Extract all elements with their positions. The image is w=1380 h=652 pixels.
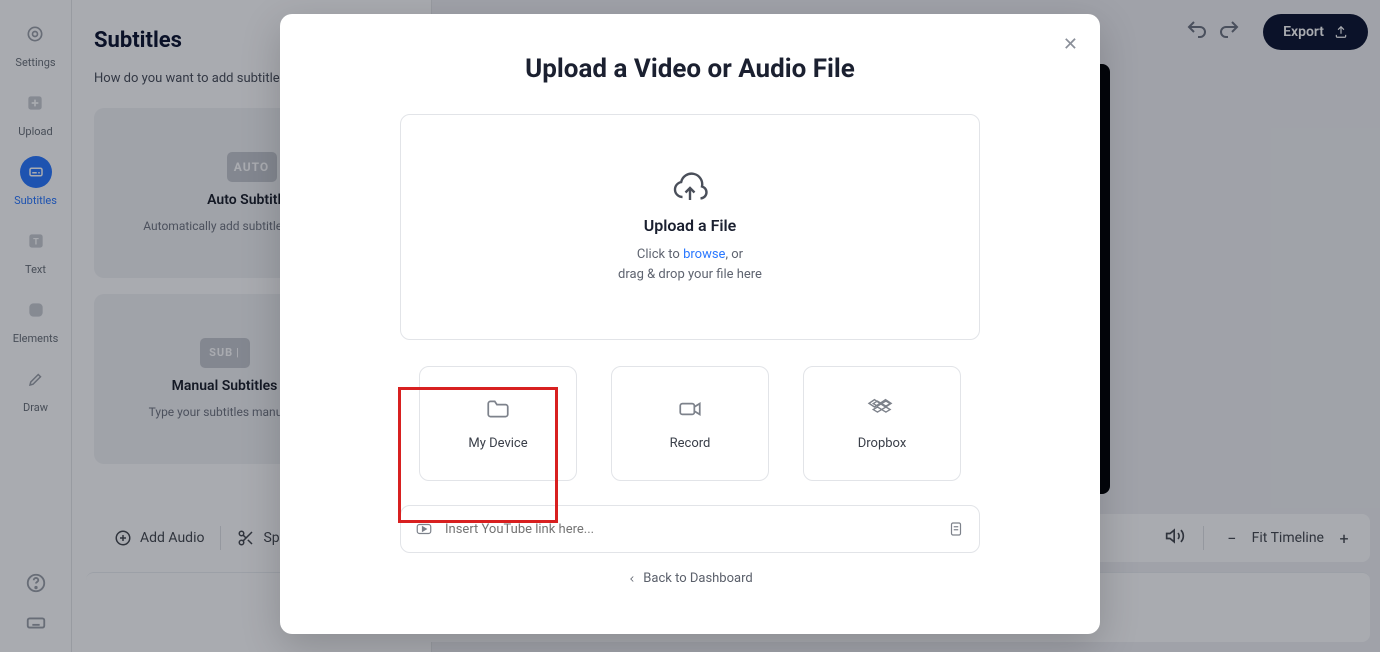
dropzone-title: Upload a File: [644, 216, 737, 235]
chevron-left-icon: [627, 574, 637, 584]
modal-title: Upload a Video or Audio File: [525, 54, 855, 84]
folder-icon: [483, 396, 513, 422]
close-button[interactable]: ✕: [1063, 34, 1078, 55]
youtube-link-row: [400, 505, 980, 553]
dropzone[interactable]: Upload a File Click to browse, or drag &…: [400, 114, 980, 340]
paste-icon[interactable]: [947, 520, 965, 538]
option-label: Dropbox: [858, 436, 907, 451]
dropbox-icon: [867, 396, 897, 422]
upload-modal: ✕ Upload a Video or Audio File Upload a …: [280, 14, 1100, 634]
option-dropbox[interactable]: Dropbox: [803, 366, 961, 481]
option-my-device[interactable]: My Device: [419, 366, 577, 481]
back-label: Back to Dashboard: [643, 571, 752, 586]
dropzone-subtitle: Click to browse, or drag & drop your fil…: [618, 245, 762, 284]
browse-link[interactable]: browse: [683, 247, 725, 262]
option-record[interactable]: Record: [611, 366, 769, 481]
camera-icon: [675, 396, 705, 422]
youtube-link-input[interactable]: [445, 522, 935, 537]
option-label: My Device: [468, 436, 527, 451]
back-to-dashboard-link[interactable]: Back to Dashboard: [627, 571, 752, 586]
cloud-upload-icon: [670, 170, 710, 206]
option-label: Record: [670, 436, 711, 451]
upload-options: My Device Record Dropbox: [419, 366, 961, 481]
youtube-icon: [415, 520, 433, 538]
